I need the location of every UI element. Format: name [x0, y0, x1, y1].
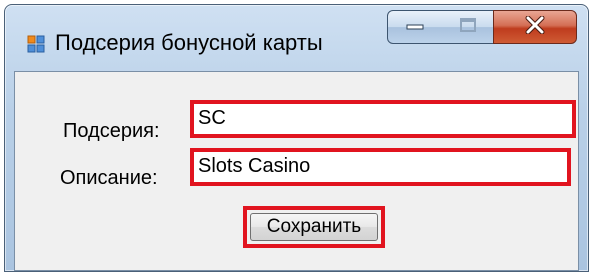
minimize-icon [405, 18, 425, 36]
description-input[interactable]: Slots Casino [190, 148, 571, 186]
save-button[interactable]: Сохранить [250, 213, 378, 241]
form-window-icon [27, 35, 45, 53]
dialog-window: Подсерия бонусной карты Подсерия: SC Опи… [4, 4, 589, 272]
subseries-input[interactable]: SC [190, 100, 576, 138]
close-button[interactable] [493, 10, 577, 44]
close-icon [524, 15, 546, 39]
minimize-button[interactable] [387, 10, 443, 44]
save-button-highlight: Сохранить [243, 206, 385, 248]
description-label: Описание: [60, 167, 158, 189]
title-bar[interactable]: Подсерия бонусной карты [5, 5, 588, 71]
form-body: Подсерия: SC Описание: Slots Casino Сохр… [14, 71, 579, 271]
window-title: Подсерия бонусной карты [55, 30, 323, 55]
maximize-button[interactable] [442, 10, 494, 44]
subseries-label: Подсерия: [63, 120, 160, 142]
maximize-icon [459, 17, 477, 38]
